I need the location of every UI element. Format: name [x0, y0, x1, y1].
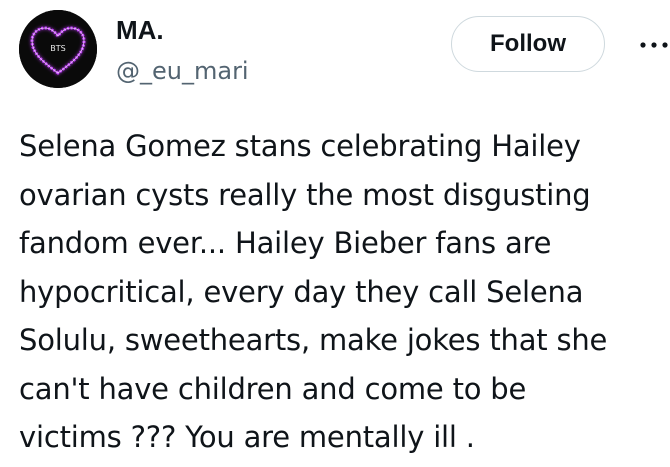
tweet-text-line: fandom ever... Hailey Bieber fans are	[19, 226, 552, 260]
avatar-text: BTS	[50, 44, 65, 53]
tweet-text: Selena Gomez stans celebrating Hailey ov…	[19, 122, 664, 462]
tweet-text-line: Selena Gomez stans celebrating Hailey	[19, 129, 581, 163]
tweet-text-line: ovarian cysts really the most disgusting	[19, 177, 591, 212]
more-horizontal-icon	[640, 42, 668, 48]
tweet-text-line: Solulu, sweethearts, make jokes that she	[19, 323, 608, 357]
tweet-text-line: can't have children and come to be	[19, 371, 527, 406]
tweet-text-line: hypocritical, every day they call Selena	[19, 274, 584, 309]
display-name[interactable]: MA.	[116, 14, 164, 46]
heart-icon: BTS	[19, 10, 97, 88]
more-options-button[interactable]	[634, 30, 670, 60]
tweet-card: BTS MA. @_eu_mari Follow Selena Gomez st…	[0, 0, 670, 467]
user-handle[interactable]: @_eu_mari	[116, 56, 249, 86]
follow-button[interactable]: Follow	[451, 16, 605, 72]
tweet-text-line: victims ??? You are mentally ill .	[19, 420, 475, 454]
avatar[interactable]: BTS	[19, 10, 97, 88]
